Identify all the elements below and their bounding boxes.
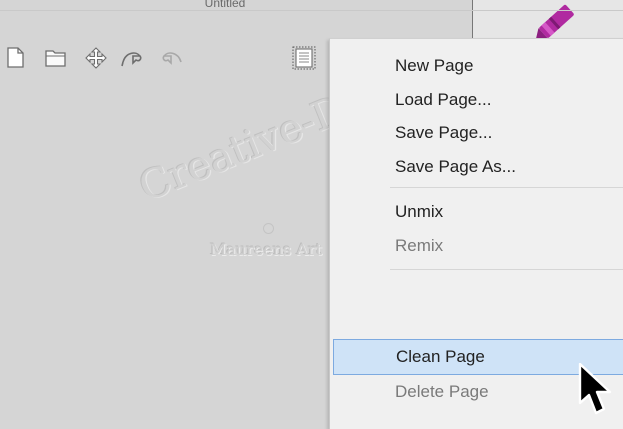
menu-item-unmix[interactable]: Unmix [330, 195, 623, 229]
menu-item-load-page[interactable]: Load Page... [330, 83, 623, 117]
page-menu-button[interactable] [290, 44, 318, 72]
menu-item-remix: Remix [330, 229, 623, 263]
undo-icon [121, 52, 142, 67]
move-button[interactable] [82, 44, 110, 72]
load-page-button[interactable] [42, 44, 70, 72]
window-title: Untitled [204, 0, 246, 10]
new-page-button[interactable] [2, 44, 30, 72]
menu-item-new-page[interactable]: New Page [330, 49, 623, 83]
redo-button[interactable] [158, 44, 186, 72]
crayon-icon[interactable] [528, 0, 588, 40]
title-divider [0, 10, 623, 11]
mouse-pointer-icon [578, 363, 612, 415]
menu-item-label: Unmix [395, 202, 444, 221]
undo-button[interactable] [118, 44, 146, 72]
panel-divider [472, 0, 473, 40]
menu-separator [390, 187, 623, 188]
menu-item-save-page[interactable]: Save Page... [330, 116, 623, 150]
menu-item-label: New Page [395, 56, 474, 75]
menu-item-label: Load Page... [395, 90, 492, 109]
menu-item-label: Delete Page [395, 382, 489, 401]
redo-icon [162, 52, 182, 65]
menu-item-label: Save Page As... [395, 157, 516, 176]
menu-item-label: Remix [395, 236, 444, 255]
menu-item-label: Clean Page [396, 347, 485, 366]
menu-item-label: Save Page... [395, 123, 493, 142]
tool-panel [473, 0, 623, 40]
menu-item-save-page-as[interactable]: Save Page As... [330, 150, 623, 184]
page-menu-icon [292, 46, 316, 70]
move-icon [85, 47, 107, 69]
new-page-icon [7, 47, 24, 68]
menu-separator [390, 269, 623, 270]
folder-icon [45, 50, 66, 67]
